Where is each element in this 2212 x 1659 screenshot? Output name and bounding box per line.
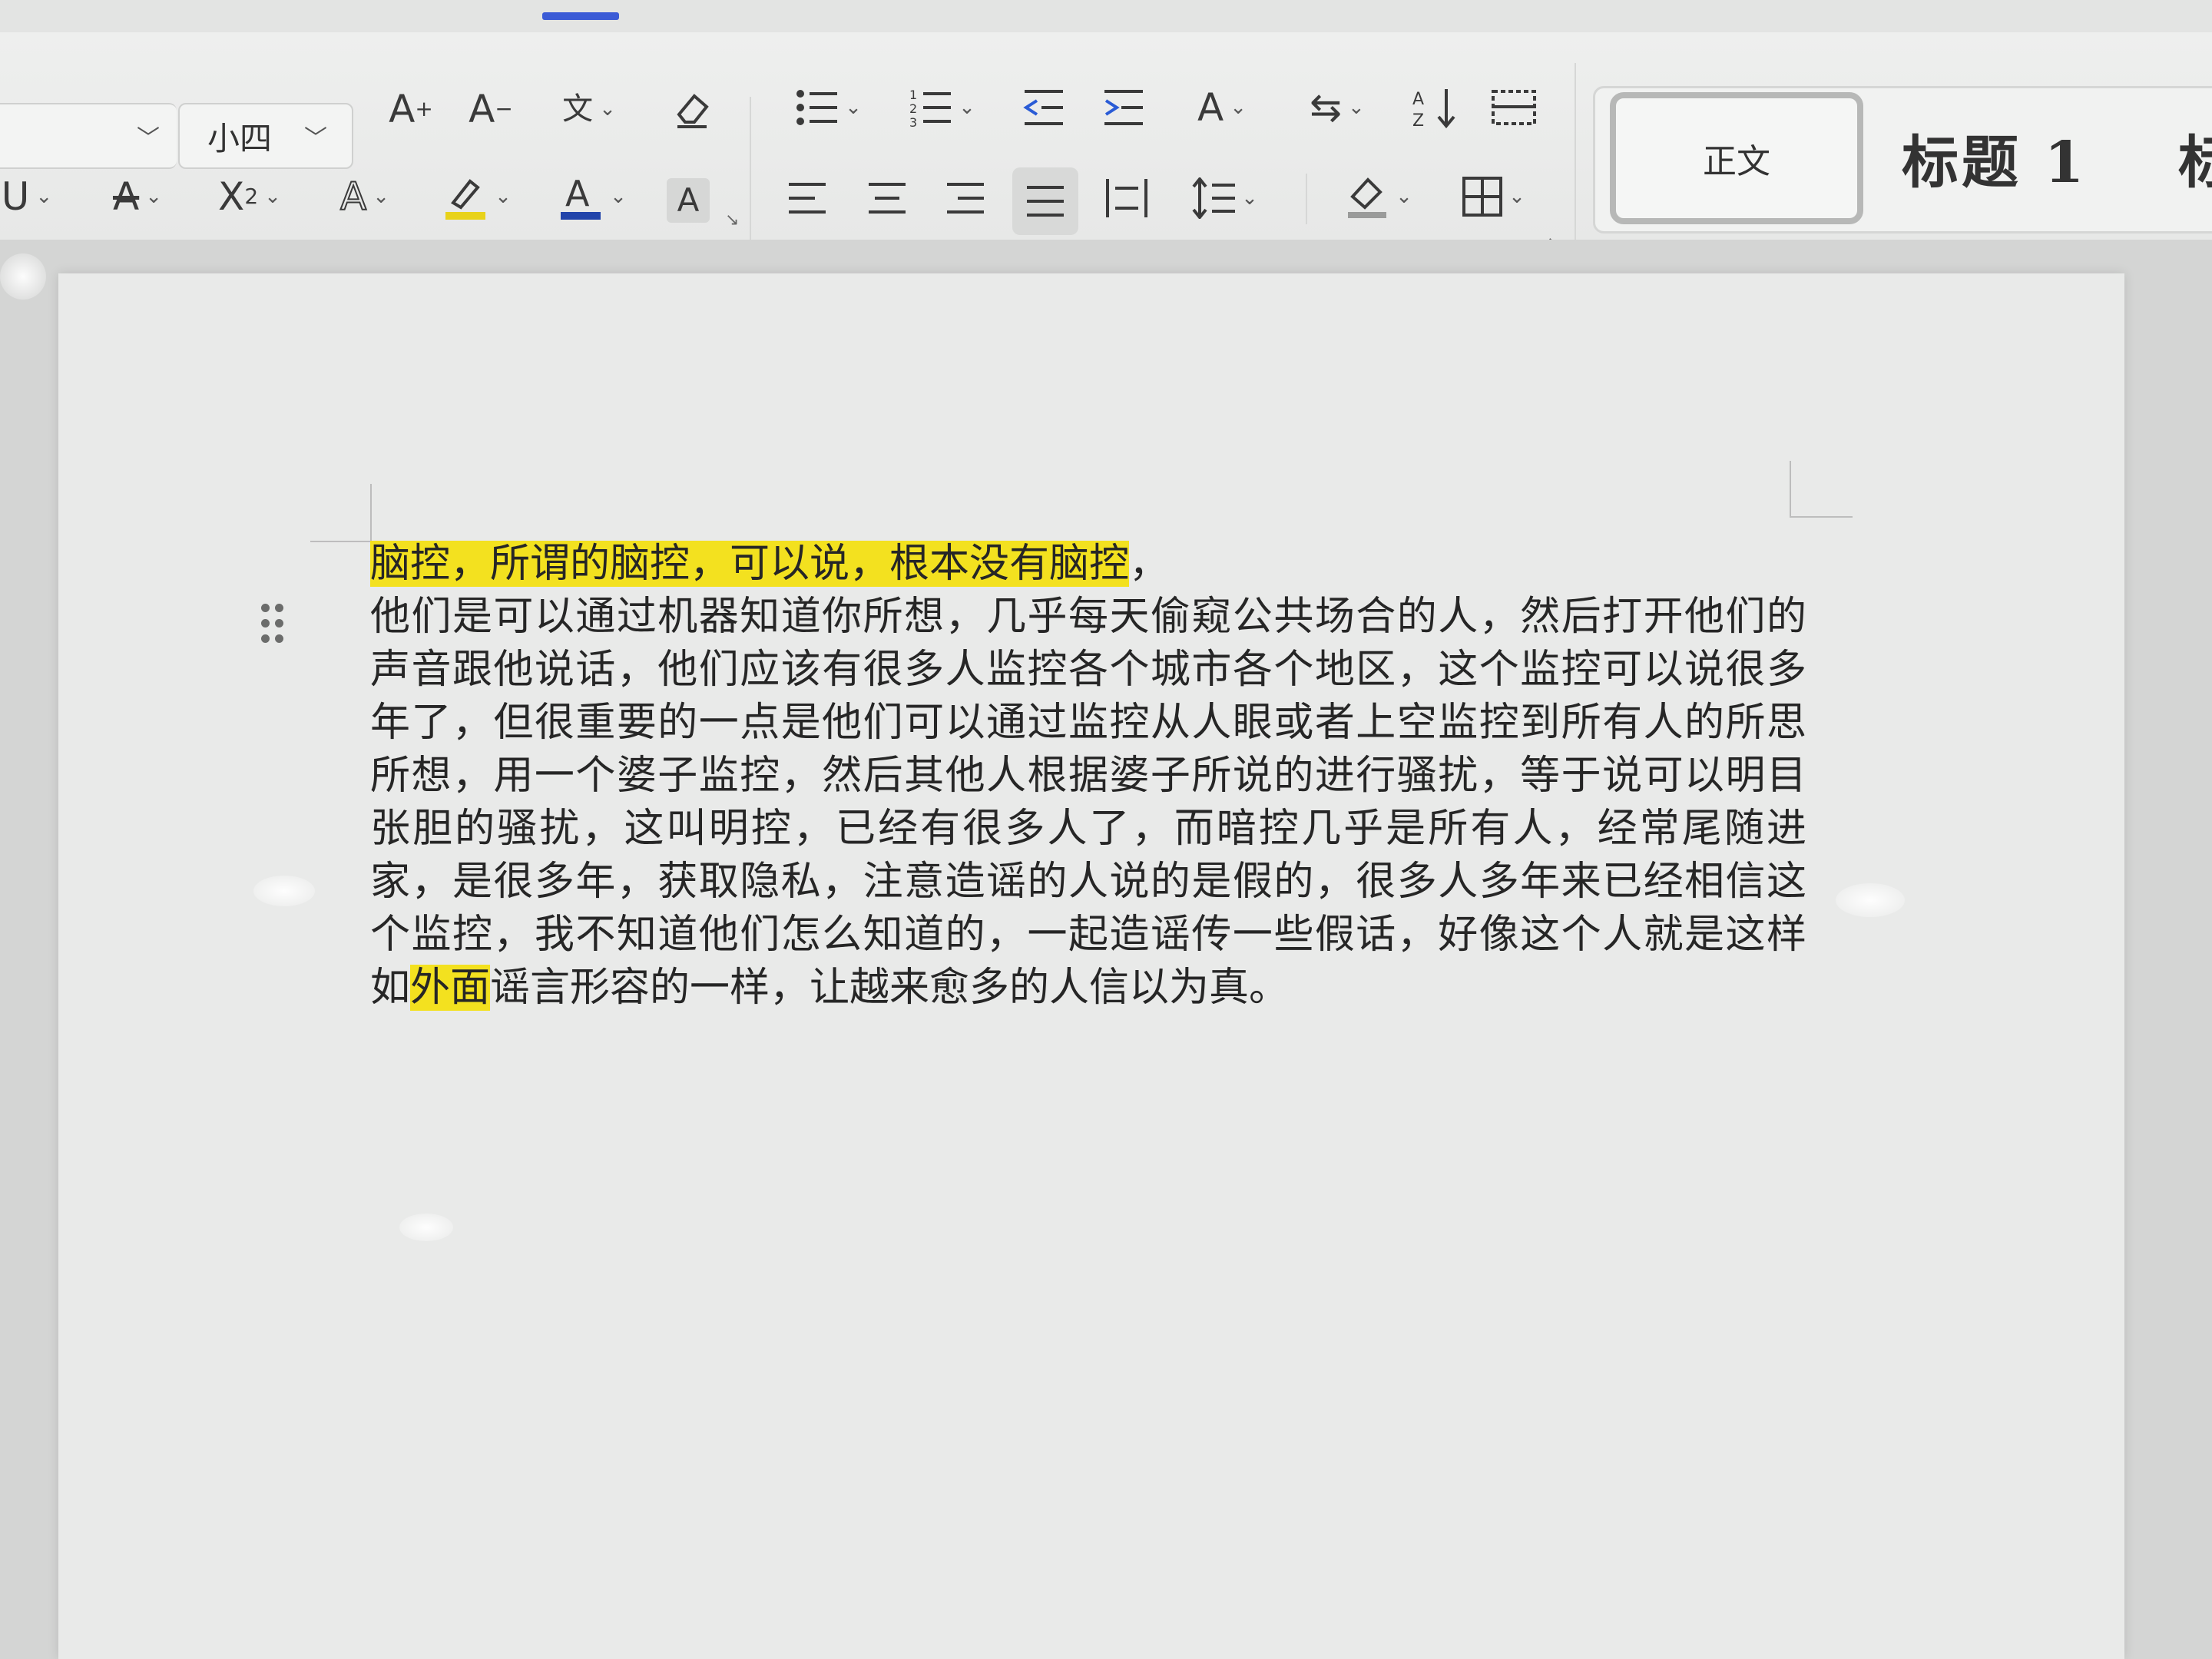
strikethrough-icon[interactable]: A ⌄ (95, 166, 180, 227)
margin-marker (1790, 461, 1791, 518)
paragraph-drag-handle-icon[interactable] (258, 604, 289, 647)
align-left-icon[interactable] (783, 169, 831, 227)
svg-text:3: 3 (909, 115, 917, 127)
justify-icon[interactable] (1012, 167, 1078, 235)
grow-font-icon[interactable]: A + (384, 78, 438, 140)
svg-text:A: A (1412, 90, 1424, 109)
table-borders-icon[interactable] (1487, 77, 1541, 138)
superscript-icon[interactable]: X 2 ⌄ (207, 166, 292, 227)
svg-text:Z: Z (1412, 111, 1424, 129)
group-separator (1306, 174, 1307, 224)
highlighted-text: 脑控，所谓的脑控，可以说，根本没有脑控 (370, 541, 1130, 587)
margin-marker (310, 541, 373, 542)
decrease-indent-icon[interactable] (1017, 77, 1071, 138)
line-spacing-icon[interactable]: ⌄ (1183, 169, 1267, 227)
style-heading-2[interactable]: 标 (2178, 117, 2212, 199)
style-heading-1[interactable]: 标题 1 (1902, 117, 2087, 199)
phonetic-guide-icon[interactable]: ⽂ ⌄ (547, 78, 631, 140)
font-size-select[interactable]: 小四 ﹀ (178, 103, 353, 169)
chevron-down-icon: ﹀ (304, 125, 328, 152)
font-name-select[interactable]: ﹀ (0, 103, 177, 169)
align-right-icon[interactable] (942, 169, 989, 227)
group-separator (1575, 63, 1576, 250)
ribbon-tab-strip (0, 0, 2212, 34)
numbering-icon[interactable]: 1 2 3 ⌄ (900, 77, 985, 138)
character-shading-icon[interactable]: A (667, 178, 710, 223)
paragraph-main: 他们是可以通过机器知道你所想，几乎每天偷窥公共场合的人，然后打开他们的声音跟他说… (370, 591, 1806, 1015)
style-normal[interactable]: 正文 (1610, 92, 1863, 224)
text-direction-icon[interactable]: A ⌄ (1180, 77, 1264, 138)
screen-glare (399, 1214, 453, 1241)
margin-marker (370, 484, 372, 542)
text-run: 他们是可以通过机器知道你所想，几乎每天偷窥公共场合的人，然后打开他们的声音跟他说… (370, 594, 1806, 1011)
borders-icon[interactable]: ⌄ (1452, 166, 1536, 227)
align-center-icon[interactable] (863, 169, 911, 227)
highlight-color-icon[interactable]: ⌄ (435, 166, 519, 227)
underline-icon[interactable]: U ⌄ (0, 166, 61, 227)
svg-text:A: A (565, 173, 590, 214)
text-effects-icon[interactable]: A ⌄ (323, 166, 407, 227)
increase-indent-icon[interactable] (1097, 77, 1151, 138)
group-separator (750, 97, 751, 261)
screen-glare (1836, 883, 1905, 917)
shrink-font-icon[interactable]: A − (464, 78, 518, 140)
paragraph-title-line: 脑控，所谓的脑控，可以说，根本没有脑控， (370, 538, 1806, 591)
ribbon-home: ﹀ 小四 ﹀ A + A − ⽂ ⌄ U ⌄ A ⌄ X 2 ⌄ A ⌄ ⌄ A ⌄ A ↘ ⌄ … (0, 32, 2212, 261)
clear-format-icon[interactable] (665, 78, 719, 140)
font-color-icon[interactable]: A ⌄ (550, 166, 634, 227)
active-tab-indicator (542, 12, 619, 20)
sort-icon[interactable]: AZ (1409, 77, 1462, 138)
ltr-rtl-icon[interactable]: ⇆ ⌄ (1295, 77, 1379, 138)
screen-glare (253, 876, 315, 906)
svg-text:2: 2 (909, 101, 917, 116)
distributed-align-icon[interactable] (1100, 169, 1154, 227)
bullets-icon[interactable]: ⌄ (786, 77, 871, 138)
highlighted-text: 外面 (410, 965, 491, 1011)
font-size-value: 小四 (207, 119, 273, 157)
screen-glare (0, 253, 46, 300)
text-run: ， (1129, 541, 1170, 587)
svg-text:1: 1 (909, 88, 917, 102)
text-run: 谣言形容的一样，让越来愈多的人信以为真。 (490, 965, 1290, 1011)
margin-marker (1790, 516, 1853, 518)
paragraph-shading-icon[interactable]: ⌄ (1336, 166, 1421, 227)
document-body[interactable]: 脑控，所谓的脑控，可以说，根本没有脑控， 他们是可以通过机器知道你所想，几乎每天… (370, 538, 1806, 1015)
chevron-down-icon: ﹀ (137, 125, 160, 152)
font-dialog-launcher-icon[interactable]: ↘ (725, 210, 739, 230)
